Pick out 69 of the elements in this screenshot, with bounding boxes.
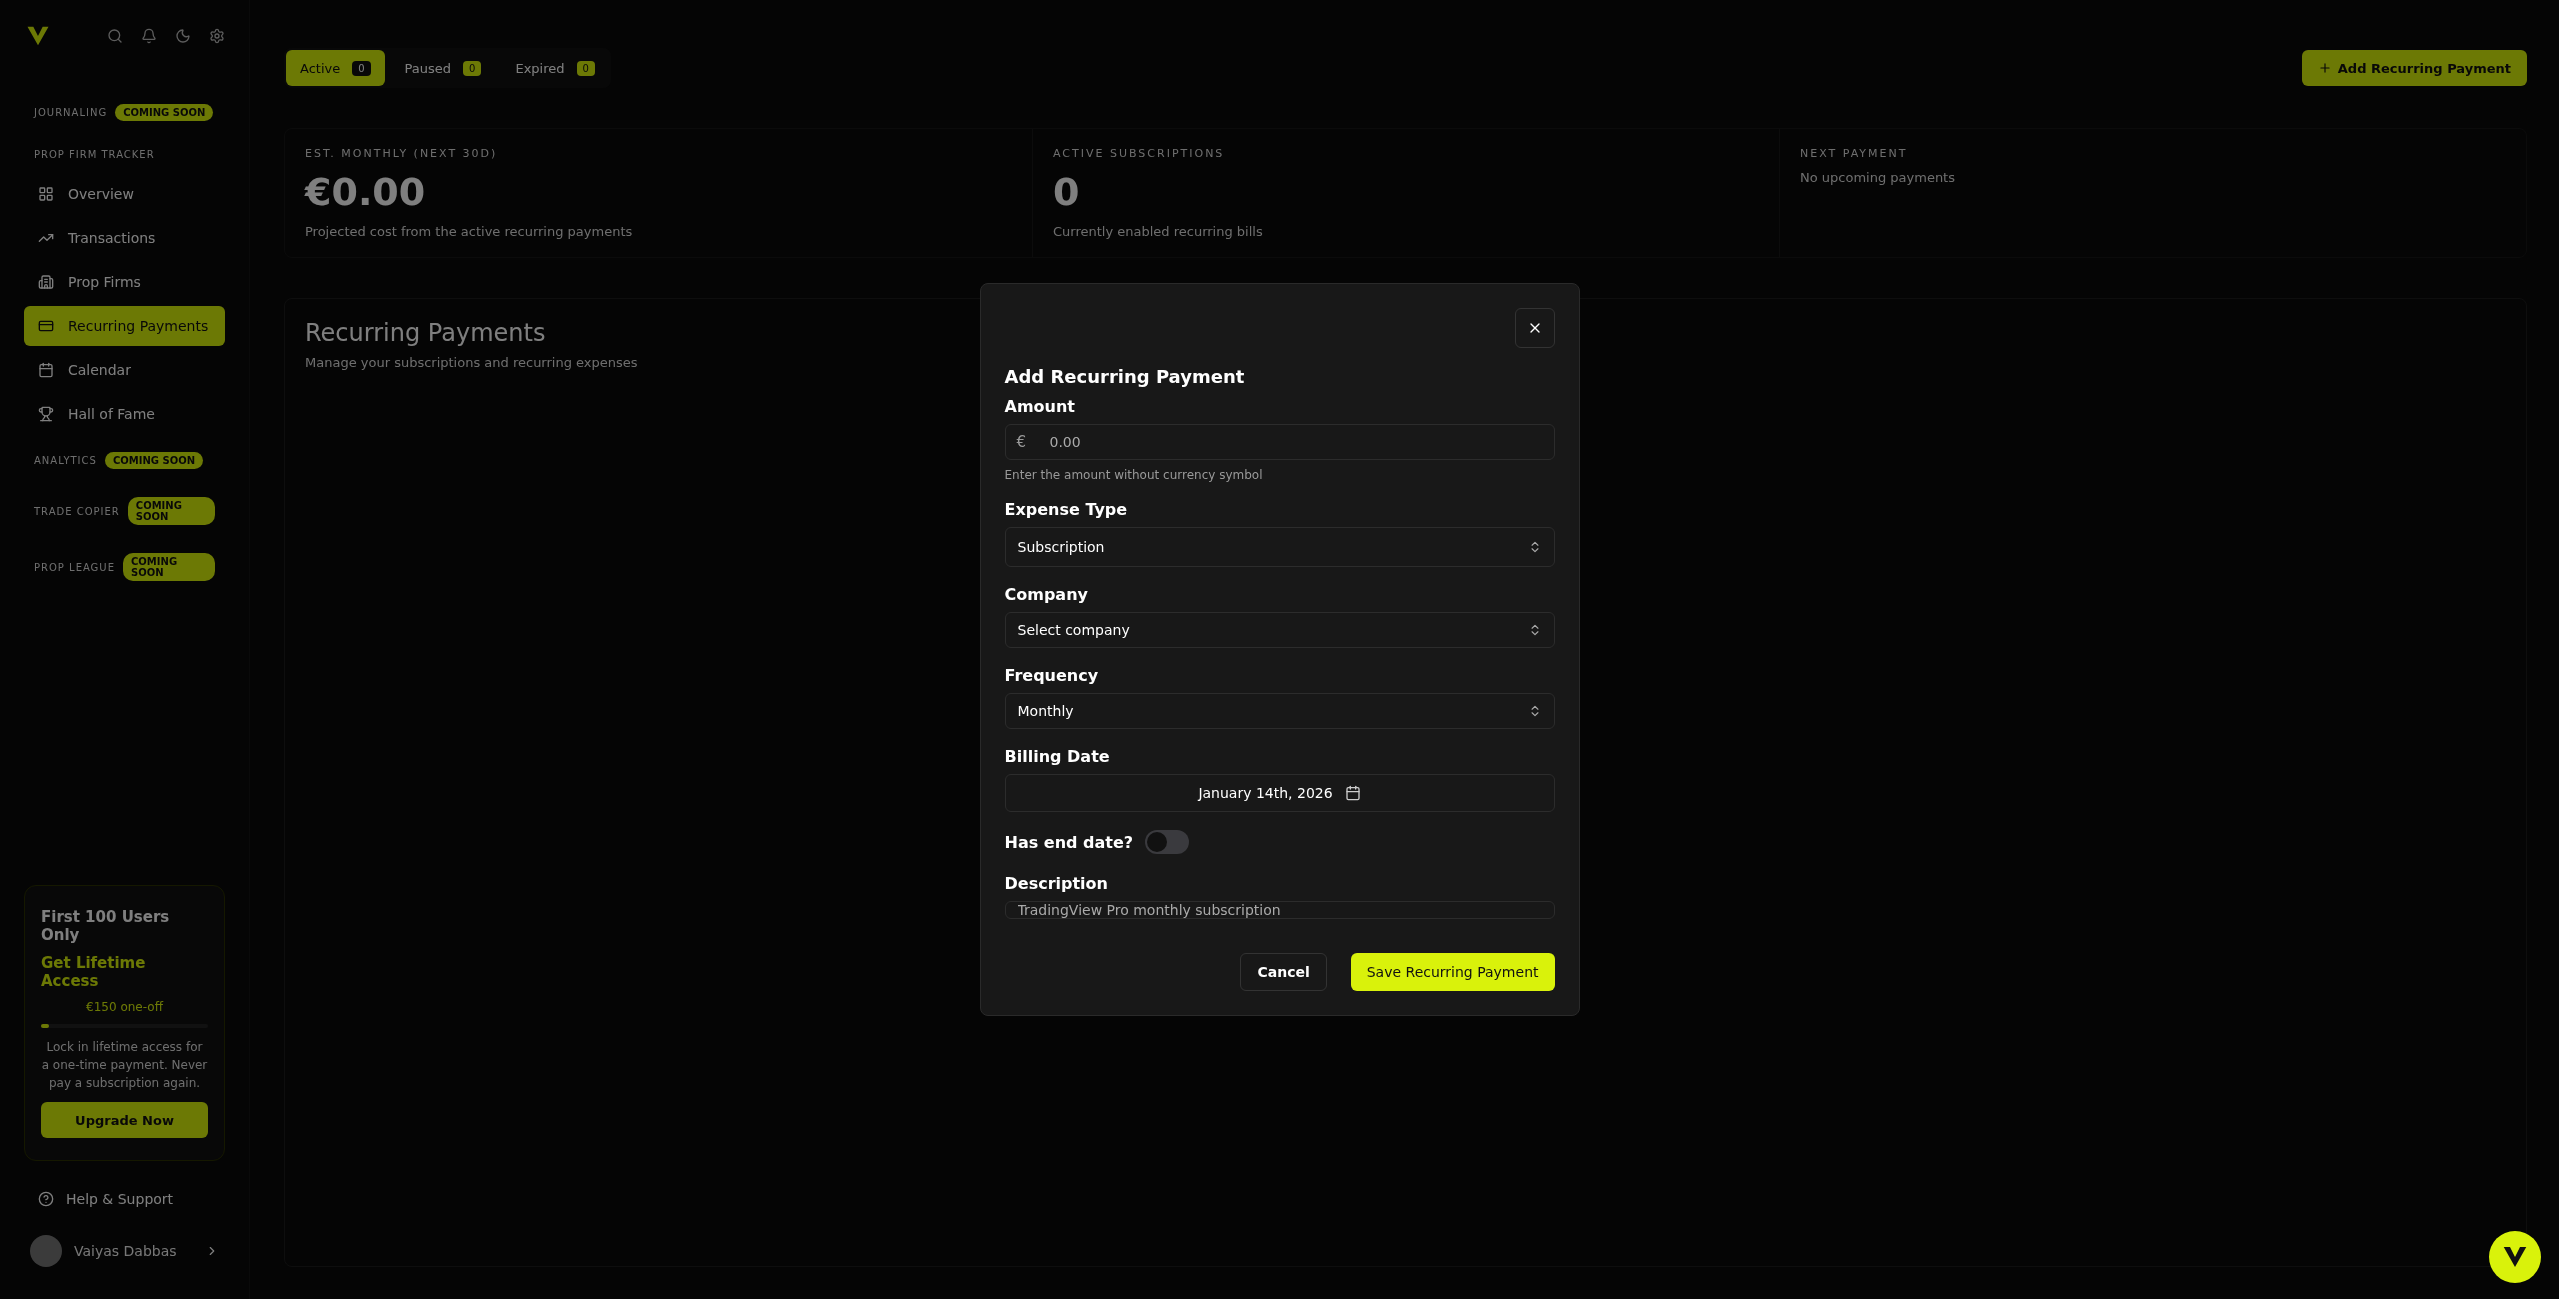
stat-label: NEXT PAYMENT [1800,147,1908,160]
field-label: Expense Type [1004,500,1129,519]
select-field[interactable]: Subscription [1004,527,1555,567]
nav-item[interactable]: Calendar [24,350,225,390]
nav-item[interactable]: Overview [24,174,225,214]
field-hint: Enter the amount without currency symbol [1004,468,1264,482]
logo-button[interactable] [2489,1231,2541,1283]
field-label: Has end date? [1004,832,1134,852]
stat-note: Currently enabled recurring bills [1053,224,1263,239]
promo-text: Lock in lifetime access for a one-time payment. Never pay a subscription again. [41,1039,208,1092]
stat-label: EST. MONTHLY (NEXT 30D) [305,147,498,160]
calendar-icon [38,362,54,378]
search-icon[interactable] [107,28,123,44]
trophy-icon [38,406,54,422]
field-label: Billing Date [1004,747,1111,766]
nav-item[interactable]: Transactions [24,218,225,258]
nav-item[interactable]: Recurring Payments [24,306,225,346]
promo-title: First 100 Users Only [41,908,171,944]
moon-icon[interactable] [175,28,191,44]
nav-item[interactable]: Prop Firms [24,262,225,302]
close-button[interactable] [1514,308,1555,348]
toggle-switch[interactable] [1145,830,1190,854]
building-icon [38,274,54,290]
section-title: JOURNALING [34,107,108,118]
field-label: Amount [1004,397,1076,416]
section-title: PROP LEAGUE [34,561,115,573]
save-button[interactable]: Save Recurring Payment [1350,953,1555,991]
tab[interactable]: Expired 0 [501,50,609,86]
section-title: ANALYTICS [34,455,97,466]
stat-value: €0.00 [305,170,426,214]
add-payment-button[interactable]: Add Recurring Payment [2301,50,2527,86]
avatar [30,1235,62,1267]
coming-soon-badge: COMING SOON [115,104,214,121]
coming-soon-badge: COMING SOON [127,497,215,525]
select-field[interactable]: Select company [1004,612,1555,648]
coming-soon-badge: COMING SOON [104,452,204,469]
upgrade-button[interactable]: Upgrade Now [41,1102,208,1138]
field-label: Frequency [1004,666,1100,685]
grid-icon [38,186,54,202]
cancel-button[interactable]: Cancel [1240,953,1327,991]
coming-soon-badge: COMING SOON [123,553,215,581]
stat-note: No upcoming payments [1800,170,1955,185]
tab[interactable]: Paused 0 [390,50,496,86]
section-title: TRADE COPIER [34,505,120,517]
calendar-icon [1344,785,1361,801]
promo-price: €150 one-off [86,1000,163,1014]
currency-prefix: € [1016,433,1027,451]
nav-item[interactable]: Hall of Fame [24,394,225,434]
card-subtitle: Manage your subscriptions and recurring expenses [305,355,638,370]
user-name[interactable]: Vaiyas Dabbas [74,1243,193,1259]
field-label: Description [1004,874,1109,893]
tab[interactable]: Active 0 [286,50,385,86]
help-link[interactable]: Help & Support [24,1161,225,1227]
dialog-title: Add Recurring Payment [1004,366,1246,387]
description-field[interactable]: TradingView Pro monthly subscription [1004,901,1555,919]
section-title: PROP FIRM TRACKER [34,149,155,160]
bell-icon[interactable] [141,28,157,44]
stat-note: Projected cost from the active recurring payments [305,224,633,239]
field-label: Company [1004,585,1089,604]
card-icon [38,318,54,334]
settings-icon[interactable] [209,28,225,44]
select-field[interactable]: Monthly [1004,693,1555,729]
card-title: Recurring Payments [305,319,546,347]
help-icon [38,1191,54,1207]
stat-value: 0 [1053,170,1080,214]
promo-headline: Get Lifetime Access [41,954,147,990]
date-picker[interactable]: January 14th, 2026 [1004,774,1555,812]
plus-icon [2317,61,2332,75]
stat-label: ACTIVE SUBSCRIPTIONS [1053,147,1225,160]
